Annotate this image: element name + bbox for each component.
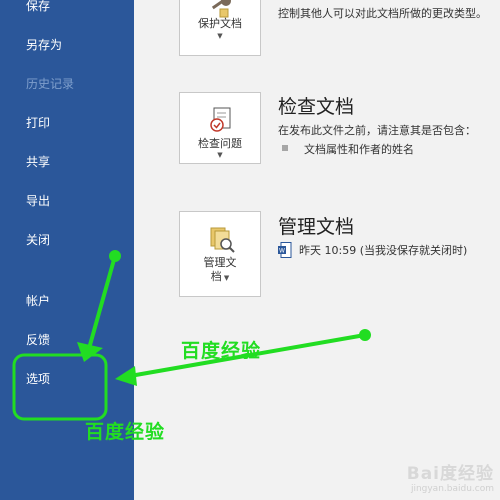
inspect-document-icon	[210, 107, 231, 132]
nav-feedback[interactable]: 反馈	[26, 332, 50, 348]
chevron-down-icon: ▼	[221, 274, 230, 282]
bullet-icon	[282, 145, 288, 151]
inspect-problems-button[interactable]: 检查问题 ▼	[179, 92, 261, 164]
nav-save-as[interactable]: 另存为	[26, 37, 62, 53]
inspect-title: 检查文档	[278, 96, 355, 118]
chevron-down-icon: ▼	[217, 151, 223, 159]
manage-document-label-1: 管理文	[203, 256, 237, 269]
protect-document-label: 保护文档	[198, 17, 242, 30]
inspect-description: 在发布此文件之前，请注意其是否包含：	[278, 124, 476, 137]
annotation-label: 百度经验	[85, 421, 166, 443]
site-watermark: Bai度经验 jingyan.baidu.com	[407, 459, 494, 494]
nav-print[interactable]: 打印	[26, 115, 50, 131]
protect-description: 控制其他人可以对此文档所做的更改类型。	[278, 7, 487, 20]
annotation-label: 百度经验	[181, 340, 262, 362]
nav-account[interactable]: 帐户	[26, 293, 50, 309]
manage-title: 管理文档	[278, 216, 355, 238]
manage-document-button[interactable]: 管理文 档 ▼	[179, 211, 261, 297]
protect-document-button[interactable]: 保护文档 ▼	[179, 0, 261, 56]
chevron-down-icon: ▼	[217, 32, 223, 40]
word-document-icon: W	[278, 242, 292, 258]
manage-document-label-2: 档 ▼	[210, 270, 230, 283]
inspect-bullet: 文档属性和作者的姓名	[304, 143, 414, 156]
watermark-url: jingyan.baidu.com	[410, 484, 494, 494]
autosave-version-link[interactable]: 昨天 10:59 (当我没保存就关闭时)	[299, 242, 467, 258]
manage-document-icon	[210, 227, 235, 253]
svg-text:W: W	[279, 248, 285, 255]
inspect-problems-label: 检查问题	[198, 137, 242, 150]
info-panel: 保护文档 ▼ 控制其他人可以对此文档所做的更改类型。 检查问题 ▼ 检查文档 在…	[134, 0, 500, 500]
nav-history: 历史记录	[26, 77, 75, 91]
watermark-brand: Bai度经验	[406, 464, 494, 484]
nav-share[interactable]: 共享	[26, 154, 50, 170]
nav-close[interactable]: 关闭	[26, 232, 50, 248]
nav-save[interactable]: 保存	[26, 0, 50, 14]
nav-export[interactable]: 导出	[26, 193, 50, 209]
nav-options[interactable]: 选项	[26, 371, 50, 387]
